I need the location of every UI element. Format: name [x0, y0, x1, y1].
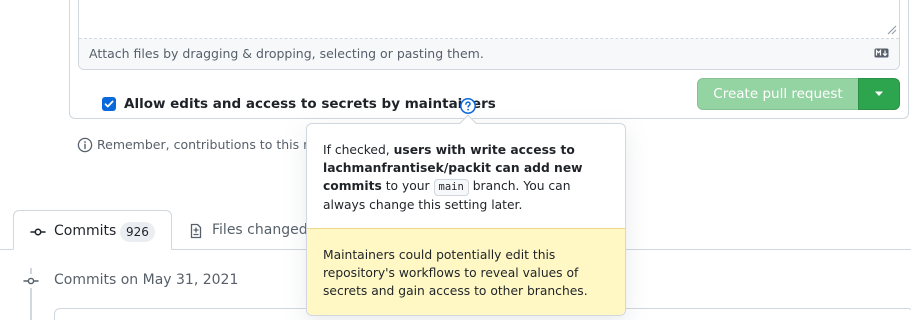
popover-warning-text: Maintainers could potentially edit this … — [323, 248, 588, 298]
file-diff-icon — [190, 223, 202, 239]
resize-grip-icon[interactable] — [887, 25, 897, 35]
branch-name-chip: main — [433, 179, 469, 196]
create-pull-request-button[interactable]: Create pull request — [697, 78, 859, 110]
check-icon — [104, 100, 114, 108]
triangle-down-icon — [875, 91, 883, 96]
attach-files-bar[interactable]: Attach files by dragging & dropping, sel… — [79, 39, 899, 69]
timeline-commit-marker — [22, 274, 40, 288]
pr-body-editor[interactable]: Attach files by dragging & dropping, sel… — [78, 0, 900, 70]
maintainer-edits-checkbox[interactable] — [102, 97, 116, 111]
commits-date-heading: Commits on May 31, 2021 — [54, 272, 239, 288]
create-pr-options-dropdown[interactable] — [858, 78, 900, 110]
attach-files-hint: Attach files by dragging & dropping, sel… — [89, 46, 484, 61]
popover-warning-box: Maintainers could potentially edit this … — [307, 228, 625, 315]
commits-count-badge: 926 — [120, 222, 155, 242]
tab-files-changed-label: Files changed — [212, 222, 308, 238]
question-circle-icon[interactable] — [459, 97, 477, 115]
popover-to-your: to your — [385, 179, 430, 193]
popover-intro: If checked, — [323, 143, 390, 157]
maintainer-edits-help-popover: If checked, users with write access to l… — [306, 114, 626, 316]
contribution-reminder: Remember, contributions to this repo — [97, 137, 307, 152]
tab-commits-label: Commits — [54, 223, 117, 239]
tab-commits[interactable]: Commits 926 — [13, 210, 172, 250]
git-commit-icon — [23, 277, 39, 285]
popover-description: If checked, users with write access to l… — [323, 141, 613, 214]
git-commit-icon — [30, 228, 46, 236]
info-icon — [77, 137, 93, 153]
markdown-icon — [874, 48, 889, 58]
pr-body-textarea[interactable] — [79, 0, 899, 39]
maintainer-edits-label[interactable]: Allow edits and access to secrets by mai… — [124, 96, 496, 112]
